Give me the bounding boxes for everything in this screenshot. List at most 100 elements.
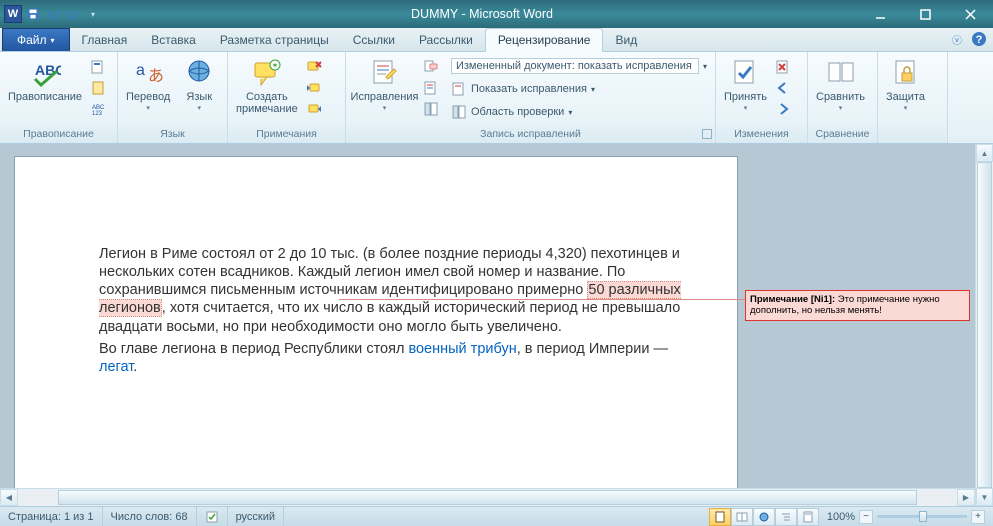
- ribbon: ABC Правописание ABC123 Правописание aあ …: [0, 52, 993, 144]
- group-tracking: Исправления▾ Измененный документ: показа…: [346, 52, 716, 143]
- document-area: Легион в Риме состоял от 2 до 10 тыс. (в…: [0, 144, 993, 506]
- qat-dropdown-icon[interactable]: ▾: [84, 5, 102, 23]
- word-app-icon[interactable]: W: [4, 5, 22, 23]
- translate-icon: aあ: [132, 57, 164, 89]
- view-printlayout-button[interactable]: [709, 508, 731, 526]
- wordcount-icon[interactable]: ABC123: [88, 99, 108, 119]
- minimize-button[interactable]: [858, 0, 903, 28]
- compare-button[interactable]: Сравнить▾: [812, 55, 869, 117]
- vertical-scrollbar[interactable]: ▲ ▼: [975, 144, 993, 506]
- zoom-slider-handle[interactable]: [919, 511, 927, 522]
- tab-file[interactable]: Файл▾: [2, 28, 70, 51]
- prevchange-icon[interactable]: [773, 78, 793, 98]
- language-icon: [183, 57, 215, 89]
- hyperlink-tribune[interactable]: военный трибун: [408, 341, 516, 357]
- prevcomment-icon[interactable]: [304, 78, 324, 98]
- status-proofing[interactable]: [197, 507, 228, 526]
- status-language[interactable]: русский: [228, 507, 284, 526]
- hyperlink-legat[interactable]: легат: [99, 359, 133, 375]
- nextcomment-icon[interactable]: [304, 99, 324, 119]
- horizontal-scrollbar[interactable]: ◀ ▶: [0, 488, 975, 506]
- paragraph-1[interactable]: Легион в Риме состоял от 2 до 10 тыс. (в…: [99, 245, 689, 336]
- paragraph-2[interactable]: Во главе легиона в период Республики сто…: [99, 340, 689, 376]
- draft-icon: [802, 511, 814, 523]
- view-weblayout-button[interactable]: [753, 508, 775, 526]
- group-label-proofing: Правописание: [0, 127, 117, 143]
- balloons-icon[interactable]: [421, 57, 441, 77]
- horizontal-scroll-thumb[interactable]: [58, 490, 917, 505]
- scroll-down-button[interactable]: ▼: [976, 488, 993, 506]
- svg-text:あ: あ: [148, 67, 164, 85]
- view-outline-button[interactable]: [775, 508, 797, 526]
- scroll-left-button[interactable]: ◀: [0, 489, 18, 506]
- status-page[interactable]: Страница: 1 из 1: [0, 507, 103, 526]
- reject-icon[interactable]: [773, 57, 793, 77]
- newcomment-button[interactable]: ✶ Создать примечание: [232, 55, 302, 117]
- trackchanges-button[interactable]: Исправления▾: [350, 55, 419, 117]
- zoom-control: 100% − +: [819, 510, 993, 524]
- reviewpane-mini-icon[interactable]: [421, 99, 441, 119]
- research-icon[interactable]: [88, 57, 108, 77]
- outline-icon: [780, 511, 792, 523]
- document-body[interactable]: Легион в Риме состоял от 2 до 10 тыс. (в…: [99, 245, 689, 380]
- protect-button[interactable]: Защита▾: [882, 55, 929, 117]
- scroll-up-button[interactable]: ▲: [976, 144, 993, 162]
- maximize-button[interactable]: [903, 0, 948, 28]
- showmarkup-dropdown[interactable]: Показать исправления▾: [447, 78, 711, 100]
- vertical-scroll-thumb[interactable]: [977, 162, 992, 488]
- reviewpane-icon: [451, 104, 467, 120]
- deletecomment-icon[interactable]: [304, 57, 324, 77]
- trackchanges-icon: [368, 57, 400, 89]
- zoom-out-button[interactable]: −: [859, 510, 873, 524]
- view-fullscreen-button[interactable]: [731, 508, 753, 526]
- group-label-protect: [878, 127, 947, 143]
- tab-home[interactable]: Главная: [70, 29, 140, 51]
- window-title: DUMMY - Microsoft Word: [106, 7, 858, 21]
- view-draft-button[interactable]: [797, 508, 819, 526]
- group-label-changes: Изменения: [716, 127, 807, 143]
- tab-insert[interactable]: Вставка: [139, 29, 208, 51]
- scroll-right-button[interactable]: ▶: [957, 489, 975, 506]
- spelling-button[interactable]: ABC Правописание: [4, 55, 86, 105]
- language-button[interactable]: Язык▾: [176, 55, 222, 117]
- undo-icon[interactable]: [44, 5, 62, 23]
- tab-review[interactable]: Рецензирование: [485, 28, 604, 52]
- page[interactable]: Легион в Риме состоял от 2 до 10 тыс. (в…: [14, 156, 738, 496]
- printlayout-icon: [714, 511, 726, 523]
- comment-label: Примечание [Ni1]:: [750, 294, 835, 305]
- ribbon-tabs: Файл▾ Главная Вставка Разметка страницы …: [0, 28, 993, 52]
- showmarkup-icon: [451, 81, 467, 97]
- translate-button[interactable]: aあ Перевод▾: [122, 55, 174, 117]
- reviewpane-dropdown[interactable]: Область проверки▾: [447, 101, 711, 123]
- ribbon-minimize-icon[interactable]: ⓥ: [949, 31, 965, 47]
- tab-mailings[interactable]: Рассылки: [407, 29, 485, 51]
- save-icon[interactable]: [24, 5, 42, 23]
- thesaurus-icon[interactable]: [88, 78, 108, 98]
- proofing-icon: [205, 510, 219, 524]
- status-wordcount[interactable]: Число слов: 68: [103, 507, 197, 526]
- zoom-in-button[interactable]: +: [971, 510, 985, 524]
- group-label-language: Язык: [118, 127, 227, 143]
- tracking-dialog-launcher[interactable]: [702, 129, 712, 139]
- tab-references[interactable]: Ссылки: [341, 29, 407, 51]
- tab-pagelayout[interactable]: Разметка страницы: [208, 29, 341, 51]
- showmarkup-mini-icon[interactable]: [421, 78, 441, 98]
- tab-view[interactable]: Вид: [603, 29, 649, 51]
- displayforreview-dropdown[interactable]: Измененный документ: показать исправлени…: [447, 55, 711, 77]
- weblayout-icon: [758, 511, 770, 523]
- window-controls: [858, 0, 993, 28]
- accept-icon: [729, 57, 761, 89]
- protect-icon: [890, 57, 922, 89]
- comment-connector: [339, 299, 745, 300]
- accept-button[interactable]: Принять▾: [720, 55, 771, 117]
- svg-text:123: 123: [92, 111, 103, 117]
- redo-icon[interactable]: [64, 5, 82, 23]
- zoom-slider[interactable]: [877, 515, 967, 518]
- help-icon[interactable]: ?: [971, 31, 987, 47]
- comment-balloon[interactable]: Примечание [Ni1]: Это примечание нужно д…: [745, 290, 970, 321]
- nextchange-icon[interactable]: [773, 99, 793, 119]
- close-button[interactable]: [948, 0, 993, 28]
- zoom-level[interactable]: 100%: [827, 511, 855, 523]
- group-comments: ✶ Создать примечание Примечания: [228, 52, 346, 143]
- title-bar: W ▾ DUMMY - Microsoft Word: [0, 0, 993, 28]
